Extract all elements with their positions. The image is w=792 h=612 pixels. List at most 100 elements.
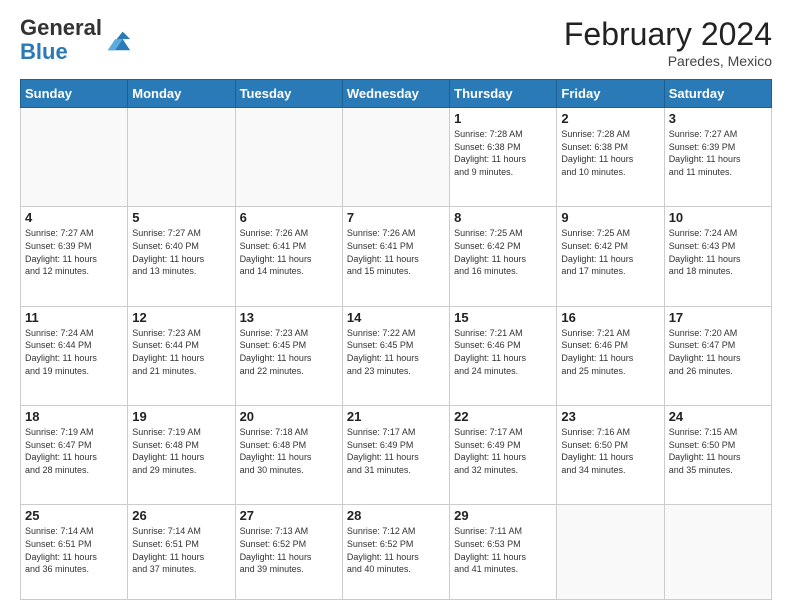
logo-text: General Blue (20, 16, 102, 64)
day-number: 6 (240, 210, 338, 225)
day-info: Sunrise: 7:23 AM Sunset: 6:44 PM Dayligh… (132, 327, 230, 377)
calendar-cell (128, 108, 235, 207)
day-number: 4 (25, 210, 123, 225)
calendar-cell: 27Sunrise: 7:13 AM Sunset: 6:52 PM Dayli… (235, 505, 342, 600)
calendar-cell: 20 Sunrise: 7:18 AM Sunset: 6:48 PM Dayli… (235, 406, 342, 505)
day-number: 24 (669, 409, 767, 424)
day-number: 17 (669, 310, 767, 325)
logo: General Blue (20, 16, 132, 64)
calendar-cell: 9 Sunrise: 7:25 AM Sunset: 6:42 PM Daylig… (557, 207, 664, 306)
day-number: 19 (132, 409, 230, 424)
page: General Blue February 2024 Paredes, Mexi… (0, 0, 792, 612)
weekday-header-saturday: Saturday (664, 80, 771, 108)
calendar-cell: 1 Sunrise: 7:28 AM Sunset: 6:38 PM Daylig… (450, 108, 557, 207)
day-number: 15 (454, 310, 552, 325)
calendar-cell (342, 108, 449, 207)
calendar-cell: 3 Sunrise: 7:27 AM Sunset: 6:39 PM Daylig… (664, 108, 771, 207)
weekday-header-row: SundayMondayTuesdayWednesdayThursdayFrid… (21, 80, 772, 108)
day-number: 23 (561, 409, 659, 424)
day-number: 7 (347, 210, 445, 225)
day-number: 2 (561, 111, 659, 126)
logo-icon (104, 26, 132, 54)
day-info: Sunrise: 7:19 AM Sunset: 6:48 PM Dayligh… (132, 426, 230, 476)
day-info: Sunrise: 7:17 AM Sunset: 6:49 PM Dayligh… (347, 426, 445, 476)
day-info: Sunrise: 7:27 AM Sunset: 6:39 PM Dayligh… (669, 128, 767, 178)
calendar-cell: 26 Sunrise: 7:14 AM Sunset: 6:51 PM Dayli… (128, 505, 235, 600)
day-info: Sunrise: 7:16 AM Sunset: 6:50 PM Dayligh… (561, 426, 659, 476)
calendar-cell: 25 Sunrise: 7:14 AM Sunset: 6:51 PM Dayli… (21, 505, 128, 600)
calendar-cell: 6Sunrise: 7:26 AM Sunset: 6:41 PM Daylig… (235, 207, 342, 306)
title-block: February 2024 Paredes, Mexico (564, 16, 772, 69)
day-number: 16 (561, 310, 659, 325)
calendar-cell: 2 Sunrise: 7:28 AM Sunset: 6:38 PM Daylig… (557, 108, 664, 207)
calendar-cell: 7 Sunrise: 7:26 AM Sunset: 6:41 PM Daylig… (342, 207, 449, 306)
day-info: Sunrise: 7:19 AM Sunset: 6:47 PM Dayligh… (25, 426, 123, 476)
calendar-cell: 16 Sunrise: 7:21 AM Sunset: 6:46 PM Dayli… (557, 306, 664, 405)
day-info: Sunrise: 7:13 AM Sunset: 6:52 PM Dayligh… (240, 525, 338, 575)
day-number: 21 (347, 409, 445, 424)
calendar-cell: 5Sunrise: 7:27 AM Sunset: 6:40 PM Daylig… (128, 207, 235, 306)
calendar-cell: 18 Sunrise: 7:19 AM Sunset: 6:47 PM Dayli… (21, 406, 128, 505)
calendar-cell: 28 Sunrise: 7:12 AM Sunset: 6:52 PM Dayli… (342, 505, 449, 600)
day-number: 22 (454, 409, 552, 424)
day-info: Sunrise: 7:21 AM Sunset: 6:46 PM Dayligh… (561, 327, 659, 377)
calendar-cell: 15 Sunrise: 7:21 AM Sunset: 6:46 PM Dayli… (450, 306, 557, 405)
day-info: Sunrise: 7:20 AM Sunset: 6:47 PM Dayligh… (669, 327, 767, 377)
weekday-header-friday: Friday (557, 80, 664, 108)
day-number: 10 (669, 210, 767, 225)
day-info: Sunrise: 7:23 AM Sunset: 6:45 PM Dayligh… (240, 327, 338, 377)
calendar-cell: 4Sunrise: 7:27 AM Sunset: 6:39 PM Daylig… (21, 207, 128, 306)
calendar-cell: 10 Sunrise: 7:24 AM Sunset: 6:43 PM Dayli… (664, 207, 771, 306)
day-info: Sunrise: 7:26 AM Sunset: 6:41 PM Dayligh… (347, 227, 445, 277)
day-number: 13 (240, 310, 338, 325)
day-number: 25 (25, 508, 123, 523)
calendar-cell: 12 Sunrise: 7:23 AM Sunset: 6:44 PM Dayli… (128, 306, 235, 405)
day-number: 12 (132, 310, 230, 325)
day-info: Sunrise: 7:17 AM Sunset: 6:49 PM Dayligh… (454, 426, 552, 476)
logo-general: General (20, 15, 102, 40)
location: Paredes, Mexico (564, 53, 772, 69)
calendar-cell: 17 Sunrise: 7:20 AM Sunset: 6:47 PM Dayli… (664, 306, 771, 405)
calendar-cell: 13 Sunrise: 7:23 AM Sunset: 6:45 PM Dayli… (235, 306, 342, 405)
day-number: 9 (561, 210, 659, 225)
day-info: Sunrise: 7:15 AM Sunset: 6:50 PM Dayligh… (669, 426, 767, 476)
day-info: Sunrise: 7:14 AM Sunset: 6:51 PM Dayligh… (132, 525, 230, 575)
day-number: 20 (240, 409, 338, 424)
day-info: Sunrise: 7:25 AM Sunset: 6:42 PM Dayligh… (561, 227, 659, 277)
calendar-week-row: 25 Sunrise: 7:14 AM Sunset: 6:51 PM Dayli… (21, 505, 772, 600)
day-info: Sunrise: 7:12 AM Sunset: 6:52 PM Dayligh… (347, 525, 445, 575)
calendar-cell: 19 Sunrise: 7:19 AM Sunset: 6:48 PM Dayli… (128, 406, 235, 505)
day-info: Sunrise: 7:22 AM Sunset: 6:45 PM Dayligh… (347, 327, 445, 377)
day-info: Sunrise: 7:14 AM Sunset: 6:51 PM Dayligh… (25, 525, 123, 575)
calendar-cell: 14 Sunrise: 7:22 AM Sunset: 6:45 PM Dayli… (342, 306, 449, 405)
month-year: February 2024 (564, 16, 772, 53)
calendar-week-row: 4Sunrise: 7:27 AM Sunset: 6:39 PM Daylig… (21, 207, 772, 306)
calendar-cell: 29 Sunrise: 7:11 AM Sunset: 6:53 PM Dayli… (450, 505, 557, 600)
day-info: Sunrise: 7:27 AM Sunset: 6:40 PM Dayligh… (132, 227, 230, 277)
calendar-cell: 11Sunrise: 7:24 AM Sunset: 6:44 PM Dayli… (21, 306, 128, 405)
day-number: 1 (454, 111, 552, 126)
day-info: Sunrise: 7:28 AM Sunset: 6:38 PM Dayligh… (454, 128, 552, 178)
day-info: Sunrise: 7:18 AM Sunset: 6:48 PM Dayligh… (240, 426, 338, 476)
calendar-cell: 23 Sunrise: 7:16 AM Sunset: 6:50 PM Dayli… (557, 406, 664, 505)
day-info: Sunrise: 7:24 AM Sunset: 6:43 PM Dayligh… (669, 227, 767, 277)
calendar-cell: 21 Sunrise: 7:17 AM Sunset: 6:49 PM Dayli… (342, 406, 449, 505)
day-info: Sunrise: 7:11 AM Sunset: 6:53 PM Dayligh… (454, 525, 552, 575)
day-info: Sunrise: 7:25 AM Sunset: 6:42 PM Dayligh… (454, 227, 552, 277)
header: General Blue February 2024 Paredes, Mexi… (20, 16, 772, 69)
day-number: 28 (347, 508, 445, 523)
calendar-cell (21, 108, 128, 207)
weekday-header-thursday: Thursday (450, 80, 557, 108)
day-number: 26 (132, 508, 230, 523)
day-number: 29 (454, 508, 552, 523)
day-info: Sunrise: 7:21 AM Sunset: 6:46 PM Dayligh… (454, 327, 552, 377)
day-info: Sunrise: 7:28 AM Sunset: 6:38 PM Dayligh… (561, 128, 659, 178)
day-number: 14 (347, 310, 445, 325)
weekday-header-monday: Monday (128, 80, 235, 108)
calendar-week-row: 1 Sunrise: 7:28 AM Sunset: 6:38 PM Daylig… (21, 108, 772, 207)
weekday-header-tuesday: Tuesday (235, 80, 342, 108)
calendar-cell: 8Sunrise: 7:25 AM Sunset: 6:42 PM Daylig… (450, 207, 557, 306)
day-number: 18 (25, 409, 123, 424)
day-number: 3 (669, 111, 767, 126)
calendar-cell: 22 Sunrise: 7:17 AM Sunset: 6:49 PM Dayli… (450, 406, 557, 505)
